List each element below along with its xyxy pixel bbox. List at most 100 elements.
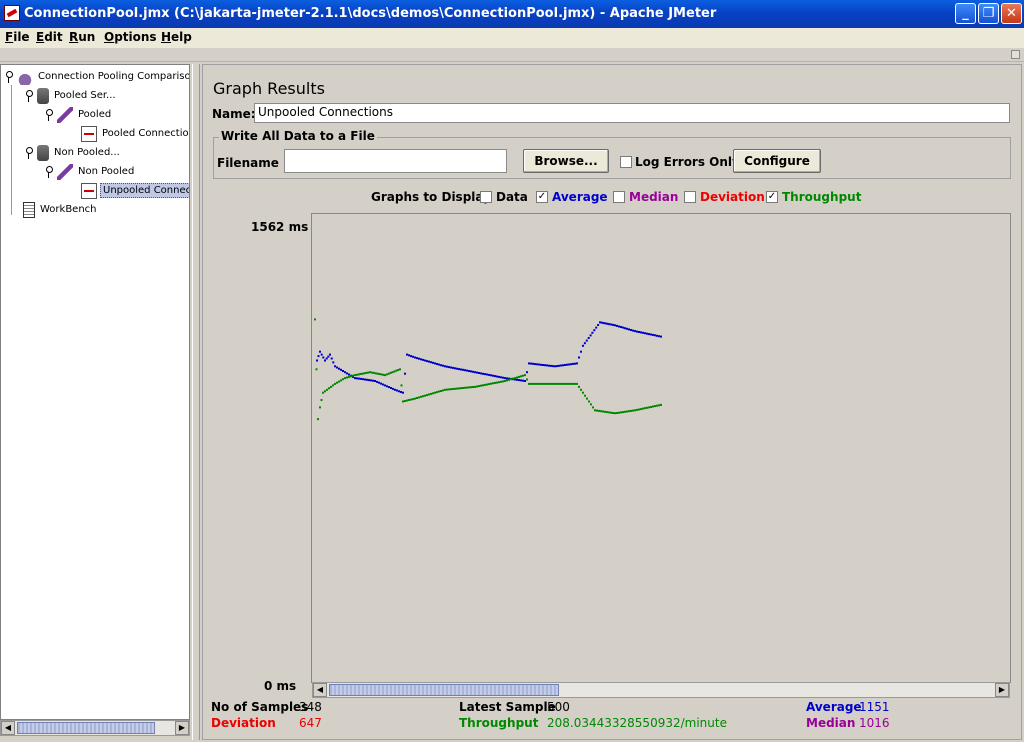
tree-node-label-selected: Unpooled Connec	[100, 183, 189, 198]
average-checkbox[interactable]: ✓	[536, 191, 548, 203]
throughput-point	[500, 380, 502, 383]
average-point	[597, 324, 600, 326]
scroll-left-arrow-icon[interactable]: ◀	[1, 721, 15, 735]
tree-expand-handle-icon[interactable]	[45, 108, 53, 121]
throughput-point	[648, 406, 650, 409]
tree-expand-handle-icon[interactable]	[5, 70, 13, 83]
tree-node-label: Pooled	[78, 109, 112, 120]
tree-node-pooled[interactable]: Pooled	[45, 106, 113, 123]
menu-options[interactable]: Options	[104, 30, 157, 44]
tree-expand-handle-icon[interactable]	[25, 146, 33, 159]
average-point	[444, 365, 446, 368]
average-point	[322, 356, 325, 359]
tree-node-test-plan[interactable]: Connection Pooling Compariso	[5, 68, 190, 85]
average-point	[546, 364, 548, 367]
average-point	[646, 332, 648, 335]
throughput-point	[590, 403, 592, 406]
average-point	[595, 326, 598, 329]
median-checkbox[interactable]	[613, 191, 625, 203]
average-point	[370, 379, 372, 382]
tree-node-label: Connection Pooling Compariso	[38, 71, 190, 82]
throughput-point	[380, 373, 383, 376]
average-point	[484, 373, 486, 376]
scroll-thumb[interactable]	[329, 684, 559, 696]
average-point	[616, 324, 618, 327]
throughput-point	[484, 383, 486, 386]
average-point	[386, 385, 388, 388]
average-point	[538, 363, 540, 366]
tree-node-non-pooled-server[interactable]: Non Pooled...	[25, 144, 122, 161]
tree-node-workbench[interactable]: WorkBench	[23, 201, 99, 218]
scroll-right-arrow-icon[interactable]: ▶	[995, 683, 1009, 697]
average-point	[578, 356, 580, 359]
data-checkbox[interactable]	[480, 191, 492, 203]
browse-button[interactable]: Browse...	[523, 149, 609, 173]
throughput-point	[610, 411, 612, 414]
throughput-point	[397, 369, 400, 371]
throughput-point	[532, 382, 534, 385]
tree-node-label: Pooled Ser...	[54, 90, 116, 101]
throughput-point	[612, 412, 614, 414]
tree-node-pooled-connections[interactable]: Pooled Connection	[81, 125, 189, 142]
log-errors-checkbox[interactable]	[620, 156, 632, 168]
menu-help[interactable]: Help	[161, 30, 192, 44]
tree-node-unpooled-connections[interactable]: Unpooled Connec	[81, 182, 189, 199]
throughput-point	[474, 385, 476, 388]
filename-label: Filename	[217, 156, 279, 170]
tree-node-pooled-server[interactable]: Pooled Ser...	[25, 87, 118, 104]
throughput-point	[554, 382, 556, 385]
scroll-right-arrow-icon[interactable]: ▶	[175, 721, 189, 735]
tree-expand-handle-icon[interactable]	[45, 165, 53, 178]
throughput-point	[496, 381, 498, 384]
throughput-option-label: Throughput	[782, 190, 862, 204]
average-point	[648, 333, 650, 336]
graphs-to-display-label: Graphs to Display	[371, 190, 491, 204]
average-point	[392, 387, 394, 390]
average-point	[358, 377, 360, 380]
maximize-button[interactable]: ❐	[978, 3, 999, 24]
throughput-point	[596, 409, 598, 412]
tree-node-label: Non Pooled	[78, 166, 135, 177]
menu-file[interactable]: File	[5, 30, 30, 44]
throughput-point	[361, 372, 364, 375]
average-point	[342, 370, 344, 372]
throughput-point	[654, 405, 656, 408]
configure-button[interactable]: Configure	[733, 149, 821, 173]
throughput-point	[446, 388, 448, 391]
menu-edit[interactable]: Edit	[36, 30, 63, 44]
deviation-checkbox[interactable]	[684, 191, 696, 203]
throughput-point	[586, 397, 588, 400]
throughput-point	[355, 373, 358, 376]
average-point	[404, 372, 406, 375]
average-option-label: Average	[552, 190, 608, 204]
throughput-point	[516, 376, 518, 379]
throughput-point	[354, 374, 356, 377]
throughput-checkbox[interactable]: ✓	[766, 191, 778, 203]
average-point	[416, 357, 418, 360]
filename-input[interactable]	[284, 149, 507, 173]
menu-run[interactable]: Run	[69, 30, 95, 44]
throughput-point	[512, 377, 514, 380]
test-plan-tree[interactable]: Connection Pooling Compariso Pooled Ser.…	[0, 64, 190, 720]
throughput-point	[402, 400, 404, 403]
graph-horizontal-scrollbar[interactable]: ◀ ▶	[312, 682, 1010, 698]
minimize-button[interactable]: _	[955, 3, 976, 24]
tree-expand-handle-icon[interactable]	[25, 89, 33, 102]
pane-splitter[interactable]	[192, 64, 200, 740]
average-point	[450, 366, 452, 369]
throughput-point	[644, 407, 646, 410]
scroll-left-arrow-icon[interactable]: ◀	[313, 683, 327, 697]
close-button[interactable]: ✕	[1001, 3, 1022, 24]
average-point	[608, 323, 611, 326]
throughput-point	[660, 403, 662, 406]
throughput-point	[372, 371, 375, 374]
average-point	[558, 364, 560, 367]
average-point	[544, 364, 546, 367]
throughput-point	[604, 410, 606, 413]
name-input[interactable]: Unpooled Connections	[254, 103, 1010, 123]
tree-horizontal-scrollbar[interactable]: ◀ ▶	[0, 720, 190, 736]
tree-node-non-pooled[interactable]: Non Pooled	[45, 163, 136, 180]
throughput-point	[650, 406, 652, 408]
scroll-thumb[interactable]	[17, 722, 155, 734]
average-point	[622, 326, 624, 329]
